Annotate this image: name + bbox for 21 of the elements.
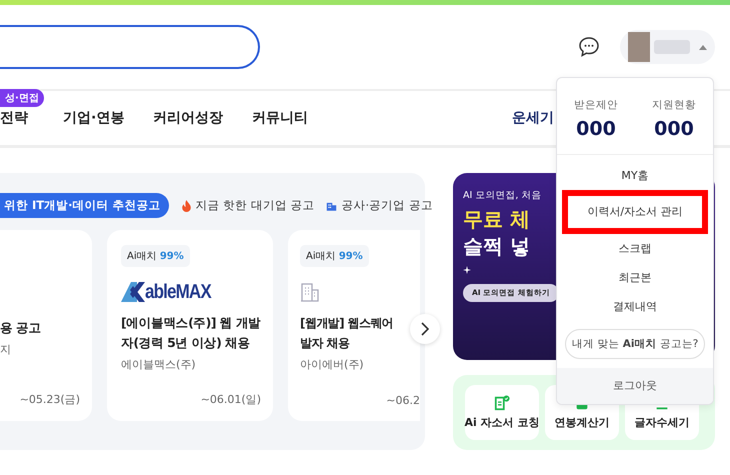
stat-label: 지원현황: [652, 98, 696, 112]
deadline-date: ~06.2: [386, 394, 420, 407]
ai-match-tag: Ai매치 99%: [300, 245, 369, 267]
company-name: 아이에버(주): [300, 357, 365, 372]
company-name: 지: [0, 342, 12, 357]
job-title: [웹개발] 웹스퀘어 발자 채용: [300, 315, 394, 352]
company-name: 에이블맥스(주): [121, 357, 197, 372]
deadline-date: ~06.01(일): [200, 392, 261, 407]
tool-label: Ai 자소서 코칭: [464, 415, 540, 430]
ai-match-tag: Ai매치 99%: [121, 245, 190, 267]
tool-label: 연봉계산기: [554, 415, 610, 430]
banner-headline: 무료 체: [463, 206, 530, 233]
nav-badge: 성·면접: [0, 89, 44, 107]
tool-label: 글자수세기: [634, 415, 690, 430]
company-logo-text: ableMAX: [145, 280, 211, 304]
banner-subline: 슬쩍 넣: [463, 233, 530, 260]
job-title: [에이블맥스(주)] 웹 개발자(경력 5년 이상) 채용: [121, 314, 262, 352]
job-title: 용 공고: [0, 319, 42, 337]
banner-eyebrow: AI 모의면접, 처음: [463, 189, 542, 202]
deadline-date: ~05.23(금): [20, 392, 80, 407]
stat-label: 받은제안: [574, 98, 618, 112]
